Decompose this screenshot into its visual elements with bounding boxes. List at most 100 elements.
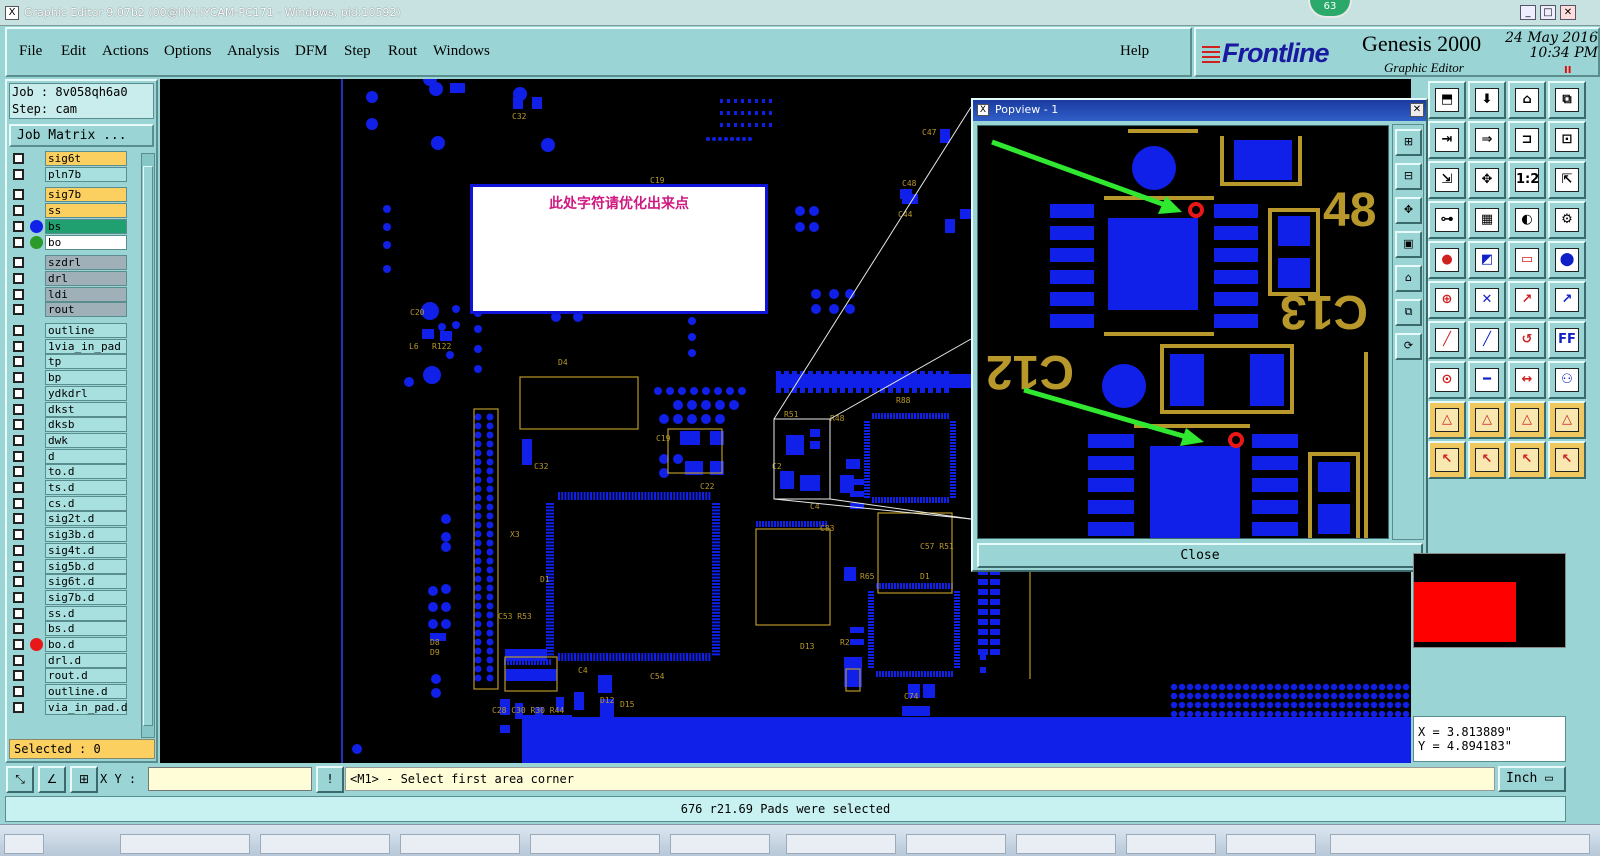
triangle-tool-button[interactable]: △ [1428,401,1466,439]
layer-row-sig7b[interactable]: sig7b [10,187,128,203]
layer-name[interactable]: sig2t.d [45,511,127,527]
layer-checkbox[interactable] [13,576,24,588]
layer-row-outline[interactable]: outline [10,323,128,338]
alert-icon[interactable]: ! [316,766,344,793]
layer-row-sig6t[interactable]: sig6t [10,151,128,166]
layer-name[interactable]: bp [45,370,127,386]
popview-tool-fit[interactable]: ▣ [1395,231,1422,258]
layer-checkbox[interactable] [13,325,24,336]
cursor-pad-tool-button[interactable]: ↖ [1508,441,1546,479]
layer-checkbox[interactable] [13,372,24,384]
layer-name[interactable]: bs [45,218,127,234]
cursor-tool-button[interactable]: ↖ [1428,441,1466,479]
layer-name[interactable]: dkst [45,401,127,417]
layer-name[interactable]: d [45,448,127,464]
layer-checkbox[interactable] [13,529,24,541]
layer-row-ts-d[interactable]: ts.d [10,480,128,495]
settings-tool-button[interactable]: ⚙ [1548,201,1586,239]
layer-name[interactable]: outline.d [45,684,127,700]
layer-checkbox[interactable] [13,304,24,316]
layer-row-rout-d[interactable]: rout.d [10,668,128,684]
popview-window[interactable]: X Popview - 1 ✕ 48 C13 C12 ⊞ ⊟ ✥ ▣ ⌂ ⧉ ⟳… [971,98,1428,572]
layer-checkbox[interactable] [13,168,24,180]
move-all-tool-button[interactable]: ✥ [1468,161,1506,199]
layer-checkbox[interactable] [13,236,24,248]
layer-checkbox[interactable] [13,623,24,635]
layer-name[interactable]: drl [45,270,127,286]
layer-name[interactable]: ydkdrl [45,385,127,401]
taskbar-item[interactable] [400,834,520,854]
layer-row-bo[interactable]: bo [10,234,128,250]
select-point-tool-button[interactable]: ⊙ [1428,361,1466,399]
layer-checkbox[interactable] [13,654,24,666]
add-point-tool-button[interactable]: ⊕ [1428,281,1466,319]
compass-tool-button[interactable]: ◐ [1508,201,1546,239]
taskbar-item[interactable] [786,834,896,854]
layer-name[interactable]: pln7b [45,166,127,182]
scale-tool-button[interactable]: 1:2 [1508,161,1546,199]
move-tool-button[interactable]: ⇒ [1468,121,1506,159]
download-tool-button[interactable]: ⬇ [1468,81,1506,119]
layer-row-ss[interactable]: ss [10,203,128,219]
taskbar-item[interactable] [260,834,390,854]
rotate-tool-button[interactable]: ↺ [1508,321,1546,359]
layer-name[interactable]: szdrl [45,255,127,271]
arc-tool-button[interactable]: ↗ [1548,281,1586,319]
layer-checkbox[interactable] [13,639,24,650]
layer-checkbox[interactable] [13,686,24,698]
layer-name[interactable]: rout [45,302,127,318]
layer-row-dkst[interactable]: dkst [10,401,128,417]
minimize-button[interactable]: _ [1520,5,1536,20]
popview-tool-zoom-out[interactable]: ⊟ [1395,163,1422,190]
layer-row-drl[interactable]: drl [10,270,128,286]
menu-edit[interactable]: Edit [61,43,86,60]
overview-map[interactable] [1413,553,1566,648]
layer-checkbox[interactable] [13,466,24,478]
popview-tool-pan[interactable]: ✥ [1395,197,1422,224]
layer-row-drl-d[interactable]: drl.d [10,652,128,668]
menu-help[interactable]: Help [1120,43,1149,60]
layer-row-d[interactable]: d [10,448,128,464]
layer-checkbox[interactable] [13,403,24,415]
layer-row-dwk[interactable]: dwk [10,432,128,448]
layer-checkbox[interactable] [13,288,24,300]
layer-checkbox[interactable] [13,544,24,556]
menu-rout[interactable]: Rout [388,43,417,60]
layer-row-1via-in-pad[interactable]: 1via_in_pad [10,338,128,354]
layer-name[interactable]: cs.d [45,495,127,511]
triangle-blue-tool-button[interactable]: △ [1508,401,1546,439]
taskbar-item[interactable] [120,834,250,854]
popview-close-icon[interactable]: ✕ [1410,103,1424,117]
layer-row-bs-d[interactable]: bs.d [10,621,128,637]
layer-row-sig7b-d[interactable]: sig7b.d [10,589,128,605]
job-matrix-button[interactable]: Job Matrix ... [9,124,154,147]
layer-row-bp[interactable]: bp [10,370,128,386]
layer-row-bo-d[interactable]: bo.d [10,637,128,652]
taskbar-item[interactable] [530,834,660,854]
layer-checkbox[interactable] [13,591,24,603]
layer-checkbox[interactable] [13,189,24,201]
layer-checkbox[interactable] [13,387,24,399]
resize-tool-button[interactable]: ↔ [1508,361,1546,399]
layer-row-cs-d[interactable]: cs.d [10,495,128,511]
dot-tool-button[interactable]: ⬤ [1548,241,1586,279]
zoom-window-tool-button[interactable]: ⬒ [1428,81,1466,119]
pan-tool-button[interactable]: ⇲ [1428,161,1466,199]
layer-checkbox[interactable] [13,607,24,619]
xy-input[interactable] [148,767,312,791]
taskbar-item[interactable] [670,834,770,854]
layer-row-via-in-pad-d[interactable]: via_in_pad.d [10,699,128,715]
font-tool-button[interactable]: FF [1548,321,1586,359]
layer-name[interactable]: sig6t [45,151,127,166]
popview-tool-copy[interactable]: ⧉ [1395,299,1422,326]
layer-row-pln7b[interactable]: pln7b [10,166,128,182]
popview-close-button[interactable]: Close [977,543,1423,568]
grid-icon[interactable]: ⊞ [70,766,98,793]
layer-name[interactable]: ts.d [45,480,127,495]
menu-step[interactable]: Step [344,43,371,60]
layer-name[interactable]: sig4t.d [45,542,127,558]
cursor-net-tool-button[interactable]: ↖ [1548,441,1586,479]
layer-row-sig2t-d[interactable]: sig2t.d [10,511,128,527]
pad-tool-button[interactable]: ● [1428,241,1466,279]
draw-arc-tool-button[interactable]: ╱ [1468,321,1506,359]
